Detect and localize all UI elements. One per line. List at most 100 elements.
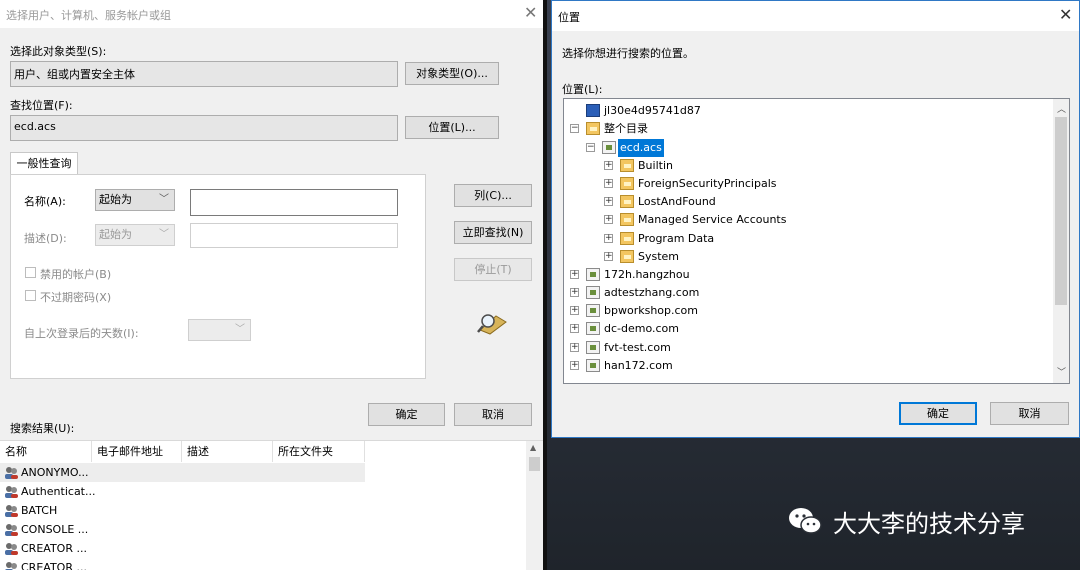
chevron-down-icon: ﹀ <box>159 229 169 240</box>
expand-icon[interactable]: + <box>604 179 613 188</box>
locations-button[interactable]: 位置(L)... <box>405 116 499 139</box>
tree-node-label: fvt-test.com <box>604 341 671 354</box>
column-header-folder[interactable]: 所在文件夹 <box>273 441 365 462</box>
name-condition-value: 起始为 <box>99 193 132 206</box>
ok-button[interactable]: 确定 <box>368 403 445 426</box>
object-type-field: 用户、组或内置安全主体 <box>10 61 398 87</box>
table-row[interactable]: CONSOLE ... <box>0 520 365 539</box>
collapse-icon[interactable]: − <box>570 124 579 133</box>
description-condition-select[interactable]: 起始为 ﹀ <box>95 224 175 246</box>
row-name: CONSOLE ... <box>21 523 89 536</box>
column-header-description[interactable]: 描述 <box>182 441 273 462</box>
location-field: ecd.acs <box>10 115 398 141</box>
description-input[interactable] <box>190 223 398 248</box>
chevron-down-icon: ﹀ <box>235 324 245 335</box>
locations-dialog: 位置 ✕ 选择你想进行搜索的位置。 位置(L): jl30e4d95741d87… <box>551 0 1080 438</box>
scroll-down-arrow-icon[interactable]: ﹀ <box>1057 365 1066 378</box>
find-now-button[interactable]: 立即查找(N) <box>454 221 532 244</box>
table-row[interactable]: CREATOR ... <box>0 539 365 558</box>
tree-node-label: 整个目录 <box>604 122 648 135</box>
expand-icon[interactable]: + <box>570 343 579 352</box>
name-condition-select[interactable]: 起始为 ﹀ <box>95 189 175 211</box>
tree-scrollbar[interactable]: ︿ ﹀ <box>1053 99 1069 383</box>
user-group-icon <box>5 543 18 555</box>
name-label: 名称(A): <box>24 195 66 208</box>
folder-icon <box>620 177 634 190</box>
disabled-accounts-label: 禁用的帐户(B) <box>40 268 112 281</box>
expand-icon[interactable]: + <box>604 234 613 243</box>
tree-node-label: 172h.hangzhou <box>604 268 690 281</box>
table-row[interactable]: CREATOR ... <box>0 558 365 570</box>
user-group-icon <box>5 562 17 570</box>
tab-common-queries[interactable]: 一般性查询 <box>10 152 78 175</box>
expand-icon[interactable]: + <box>570 288 579 297</box>
expand-icon[interactable]: + <box>570 270 579 279</box>
close-icon[interactable]: ✕ <box>524 5 537 21</box>
row-name: CREATOR ... <box>21 542 87 555</box>
tree-node-label: Builtin <box>638 159 673 172</box>
cancel-button[interactable]: 取消 <box>990 402 1069 425</box>
window-divider <box>543 0 547 570</box>
expand-icon[interactable]: + <box>604 252 613 261</box>
days-since-logon-select[interactable]: ﹀ <box>188 319 251 341</box>
results-scrollbar[interactable]: ▲ <box>526 441 543 570</box>
scroll-up-arrow-icon[interactable]: ▲ <box>530 443 536 452</box>
tree-node-label: System <box>638 250 680 263</box>
scroll-up-arrow-icon[interactable]: ︿ <box>1057 102 1066 115</box>
tree-node-label: han172.com <box>604 359 673 372</box>
scrollbar-thumb[interactable] <box>1055 117 1067 305</box>
column-header-email[interactable]: 电子邮件地址 <box>92 441 182 462</box>
cancel-button[interactable]: 取消 <box>454 403 532 426</box>
select-users-dialog: 选择用户、计算机、服务帐户或组 ✕ 选择此对象类型(S): 用户、组或内置安全主… <box>0 0 543 570</box>
location-label: 查找位置(F): <box>10 99 73 112</box>
expand-icon[interactable]: + <box>604 161 613 170</box>
non-expiring-password-label: 不过期密码(X) <box>40 291 112 304</box>
user-group-icon <box>5 467 18 479</box>
expand-icon[interactable]: + <box>570 324 579 333</box>
domain-icon <box>586 322 600 335</box>
expand-icon[interactable]: + <box>570 361 579 370</box>
tree-node-label: jl30e4d95741d87 <box>604 104 701 117</box>
stop-button[interactable]: 停止(T) <box>454 258 532 281</box>
name-input[interactable] <box>190 189 398 216</box>
columns-button[interactable]: 列(C)... <box>454 184 532 207</box>
row-name: CREATOR ... <box>21 561 87 570</box>
user-group-icon <box>5 505 18 517</box>
search-results-list[interactable]: 名称 电子邮件地址 描述 所在文件夹 ANONYMO... Authentica… <box>0 440 543 570</box>
search-results-label: 搜索结果(U): <box>10 422 75 435</box>
row-name: Authenticat... <box>21 485 96 498</box>
chevron-down-icon: ﹀ <box>159 194 169 205</box>
locations-tree-label: 位置(L): <box>562 83 603 96</box>
table-row[interactable]: BATCH <box>0 501 365 520</box>
tree-node-label: Program Data <box>638 232 715 245</box>
scrollbar-thumb[interactable] <box>529 457 540 471</box>
disabled-accounts-checkbox[interactable] <box>25 267 36 278</box>
tree-node-label: ecd.acs <box>618 139 664 157</box>
folder-icon <box>620 213 634 226</box>
wechat-icon <box>789 508 822 534</box>
table-row[interactable]: ANONYMO... <box>0 463 365 482</box>
expand-icon[interactable]: + <box>570 306 579 315</box>
tree-node-label: bpworkshop.com <box>604 304 698 317</box>
column-header-name[interactable]: 名称 <box>0 441 92 462</box>
left-dialog-title: 选择用户、计算机、服务帐户或组 <box>6 9 171 22</box>
locations-prompt: 选择你想进行搜索的位置。 <box>562 47 694 60</box>
ok-button[interactable]: 确定 <box>899 402 977 425</box>
domain-icon <box>586 268 600 281</box>
table-row[interactable]: Authenticat... <box>0 482 365 501</box>
folder-icon <box>620 159 634 172</box>
expand-icon[interactable]: + <box>604 215 613 224</box>
right-dialog-title: 位置 <box>558 11 580 24</box>
folder-icon <box>586 122 600 135</box>
non-expiring-password-checkbox[interactable] <box>25 290 36 301</box>
collapse-icon[interactable]: − <box>586 143 595 152</box>
row-name: ANONYMO... <box>21 466 89 479</box>
locations-tree[interactable]: jl30e4d95741d87 − 整个目录 − ecd.acs + Built… <box>563 98 1070 384</box>
search-flashlight-icon <box>477 314 507 335</box>
close-icon[interactable]: ✕ <box>1059 7 1072 23</box>
user-group-icon <box>5 486 18 498</box>
folder-icon <box>620 250 634 263</box>
object-types-button[interactable]: 对象类型(O)... <box>405 62 499 85</box>
expand-icon[interactable]: + <box>604 197 613 206</box>
folder-icon <box>620 232 634 245</box>
